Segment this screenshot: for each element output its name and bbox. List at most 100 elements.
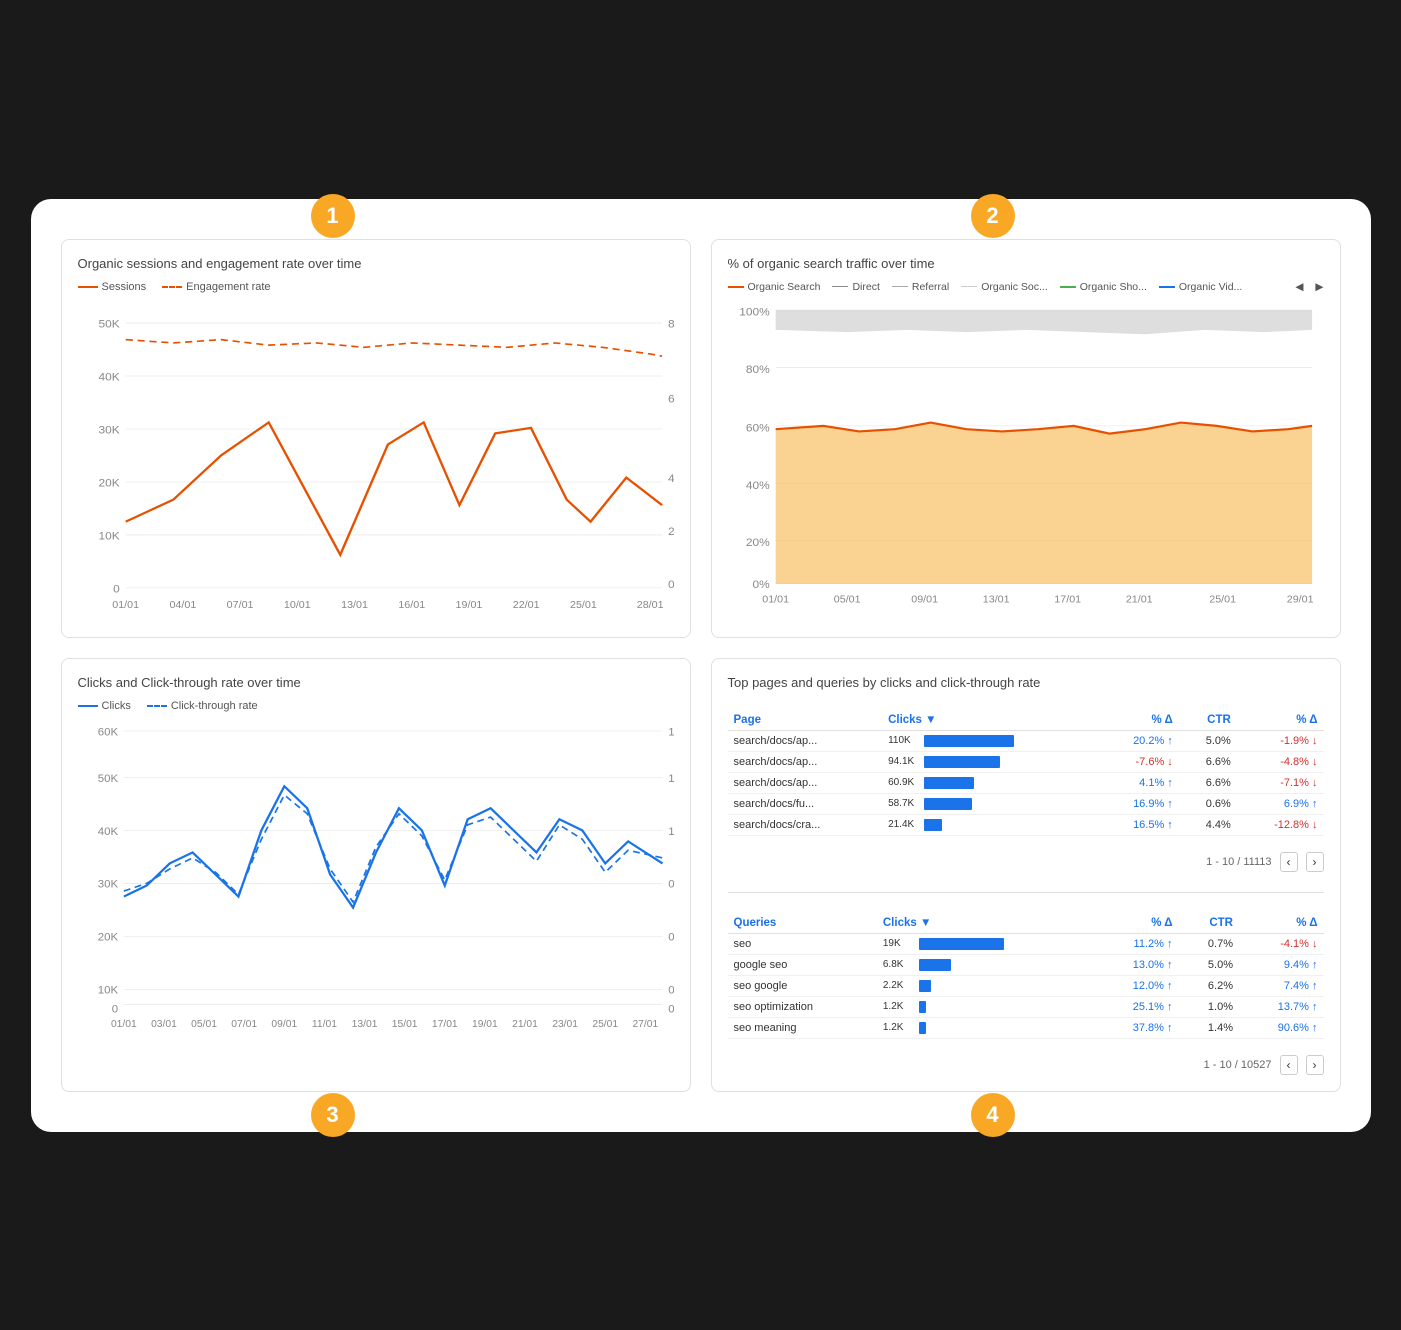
svg-text:20%: 20% [668, 526, 674, 538]
legend-organic-shopping: Organic Sho... [1060, 281, 1147, 293]
svg-text:1.5%: 1.5% [668, 726, 674, 738]
page-name: search/docs/fu... [728, 793, 883, 814]
svg-text:07/01: 07/01 [231, 1018, 257, 1029]
table-row: search/docs/ap... 94.1K -7.6% ↓ 6.6% -4.… [728, 751, 1324, 772]
svg-text:0.5%: 0.5% [668, 931, 674, 943]
q-ctr-value: 1.0% [1178, 996, 1239, 1017]
query-name: seo optimization [728, 996, 877, 1017]
svg-text:20K: 20K [98, 477, 120, 489]
page-name: search/docs/ap... [728, 730, 883, 751]
nav-next[interactable]: ▶ [1315, 281, 1323, 293]
panel2-title: % of organic search traffic over time [728, 256, 1324, 271]
panel-clicks-ctr: Clicks and Click-through rate over time … [61, 658, 691, 1092]
ctr-delta: -4.8% ↓ [1237, 751, 1324, 772]
pages-table: Page Clicks ▼ % Δ CTR % Δ search/docs/ap… [728, 710, 1324, 836]
ctr-delta: -7.1% ↓ [1237, 772, 1324, 793]
table-row: google seo 6.8K 13.0% ↑ 5.0% 9.4% ↑ [728, 954, 1324, 975]
pages-pagination-text: 1 - 10 / 11113 [1206, 856, 1271, 868]
svg-text:0.75%: 0.75% [668, 878, 674, 890]
svg-text:20K: 20K [97, 931, 118, 943]
svg-text:01/01: 01/01 [762, 594, 789, 605]
svg-text:13/01: 13/01 [982, 594, 1009, 605]
svg-text:07/01: 07/01 [226, 600, 253, 611]
svg-text:0: 0 [113, 583, 120, 595]
legend-organic-social: Organic Soc... [961, 281, 1048, 293]
col-q-pct-delta[interactable]: % Δ [1094, 913, 1178, 934]
table-row: search/docs/ap... 110K 20.2% ↑ 5.0% -1.9… [728, 730, 1324, 751]
pages-prev-btn[interactable]: ‹ [1280, 852, 1298, 872]
q-ctr-value: 5.0% [1178, 954, 1239, 975]
col-ctr-delta[interactable]: % Δ [1237, 710, 1324, 731]
nav-prev[interactable]: ◀ [1295, 281, 1303, 293]
col-q-ctr-delta[interactable]: % Δ [1239, 913, 1324, 934]
panel1-legend: Sessions Engagement rate [78, 281, 674, 293]
ctr-value: 5.0% [1179, 730, 1237, 751]
queries-next-btn[interactable]: › [1306, 1055, 1324, 1075]
svg-text:80%: 80% [668, 318, 674, 330]
svg-text:13/01: 13/01 [351, 1018, 377, 1029]
svg-text:25/01: 25/01 [569, 600, 596, 611]
svg-text:09/01: 09/01 [911, 594, 938, 605]
clicks-bar: 58.7K [882, 793, 1098, 814]
svg-text:20%: 20% [745, 537, 769, 549]
legend-direct: Direct [832, 281, 879, 293]
pct-delta: 16.9% ↑ [1098, 793, 1179, 814]
svg-text:23/01: 23/01 [552, 1018, 578, 1029]
pages-pagination: 1 - 10 / 11113 ‹ › [728, 852, 1324, 872]
queries-prev-btn[interactable]: ‹ [1280, 1055, 1298, 1075]
query-name: google seo [728, 954, 877, 975]
svg-text:22/01: 22/01 [512, 600, 539, 611]
ctr-delta: 6.9% ↑ [1237, 793, 1324, 814]
svg-text:21/01: 21/01 [1125, 594, 1152, 605]
svg-text:25/01: 25/01 [1209, 594, 1236, 605]
svg-text:50K: 50K [97, 772, 118, 784]
svg-text:0%: 0% [668, 1003, 674, 1015]
col-pct-delta[interactable]: % Δ [1098, 710, 1179, 731]
col-queries[interactable]: Queries [728, 913, 877, 934]
table-row: seo meaning 1.2K 37.8% ↑ 1.4% 90.6% ↑ [728, 1017, 1324, 1038]
q-ctr-value: 0.7% [1178, 933, 1239, 954]
svg-text:80%: 80% [745, 364, 769, 376]
q-clicks-bar: 2.2K [877, 975, 1094, 996]
svg-text:05/01: 05/01 [191, 1018, 217, 1029]
svg-text:10K: 10K [97, 984, 118, 996]
col-clicks[interactable]: Clicks ▼ [882, 710, 1098, 731]
svg-text:03/01: 03/01 [151, 1018, 177, 1029]
legend-organic-video: Organic Vid... [1159, 281, 1242, 293]
queries-table: Queries Clicks ▼ % Δ CTR % Δ seo 19K 11.… [728, 913, 1324, 1039]
svg-text:09/01: 09/01 [271, 1018, 297, 1029]
svg-text:60%: 60% [745, 422, 769, 434]
svg-text:29/01: 29/01 [1286, 594, 1313, 605]
svg-text:60%: 60% [668, 393, 674, 405]
q-ctr-delta: 7.4% ↑ [1239, 975, 1324, 996]
col-ctr[interactable]: CTR [1179, 710, 1237, 731]
svg-text:16/01: 16/01 [398, 600, 425, 611]
ctr-delta: -12.8% ↓ [1237, 814, 1324, 835]
legend-referral: Referral [892, 281, 949, 293]
svg-text:40%: 40% [668, 473, 674, 485]
table-row: seo google 2.2K 12.0% ↑ 6.2% 7.4% ↑ [728, 975, 1324, 996]
panel2-chart: 100% 80% 60% 40% 20% 0% [728, 299, 1324, 619]
q-pct-delta: 12.0% ↑ [1094, 975, 1178, 996]
table-row: search/docs/ap... 60.9K 4.1% ↑ 6.6% -7.1… [728, 772, 1324, 793]
q-ctr-value: 1.4% [1178, 1017, 1239, 1038]
svg-text:10/01: 10/01 [283, 600, 310, 611]
col-q-clicks[interactable]: Clicks ▼ [877, 913, 1094, 934]
svg-text:0.25%: 0.25% [668, 984, 674, 996]
svg-text:19/01: 19/01 [455, 600, 482, 611]
col-q-ctr[interactable]: CTR [1178, 913, 1239, 934]
pages-next-btn[interactable]: › [1306, 852, 1324, 872]
col-page[interactable]: Page [728, 710, 883, 731]
ctr-value: 4.4% [1179, 814, 1237, 835]
ctr-value: 6.6% [1179, 772, 1237, 793]
svg-text:13/01: 13/01 [341, 600, 368, 611]
panel3-legend: Clicks Click-through rate [78, 700, 674, 712]
svg-text:28/01: 28/01 [636, 600, 663, 611]
query-name: seo google [728, 975, 877, 996]
svg-text:40%: 40% [745, 480, 769, 492]
panel1-chart: 50K 40K 30K 20K 10K 0 80% 60% 40% 20% 0% [78, 301, 674, 621]
q-clicks-bar: 1.2K [877, 996, 1094, 1017]
queries-pagination: 1 - 10 / 10527 ‹ › [728, 1055, 1324, 1075]
ctr-delta: -1.9% ↓ [1237, 730, 1324, 751]
q-ctr-delta: 90.6% ↑ [1239, 1017, 1324, 1038]
